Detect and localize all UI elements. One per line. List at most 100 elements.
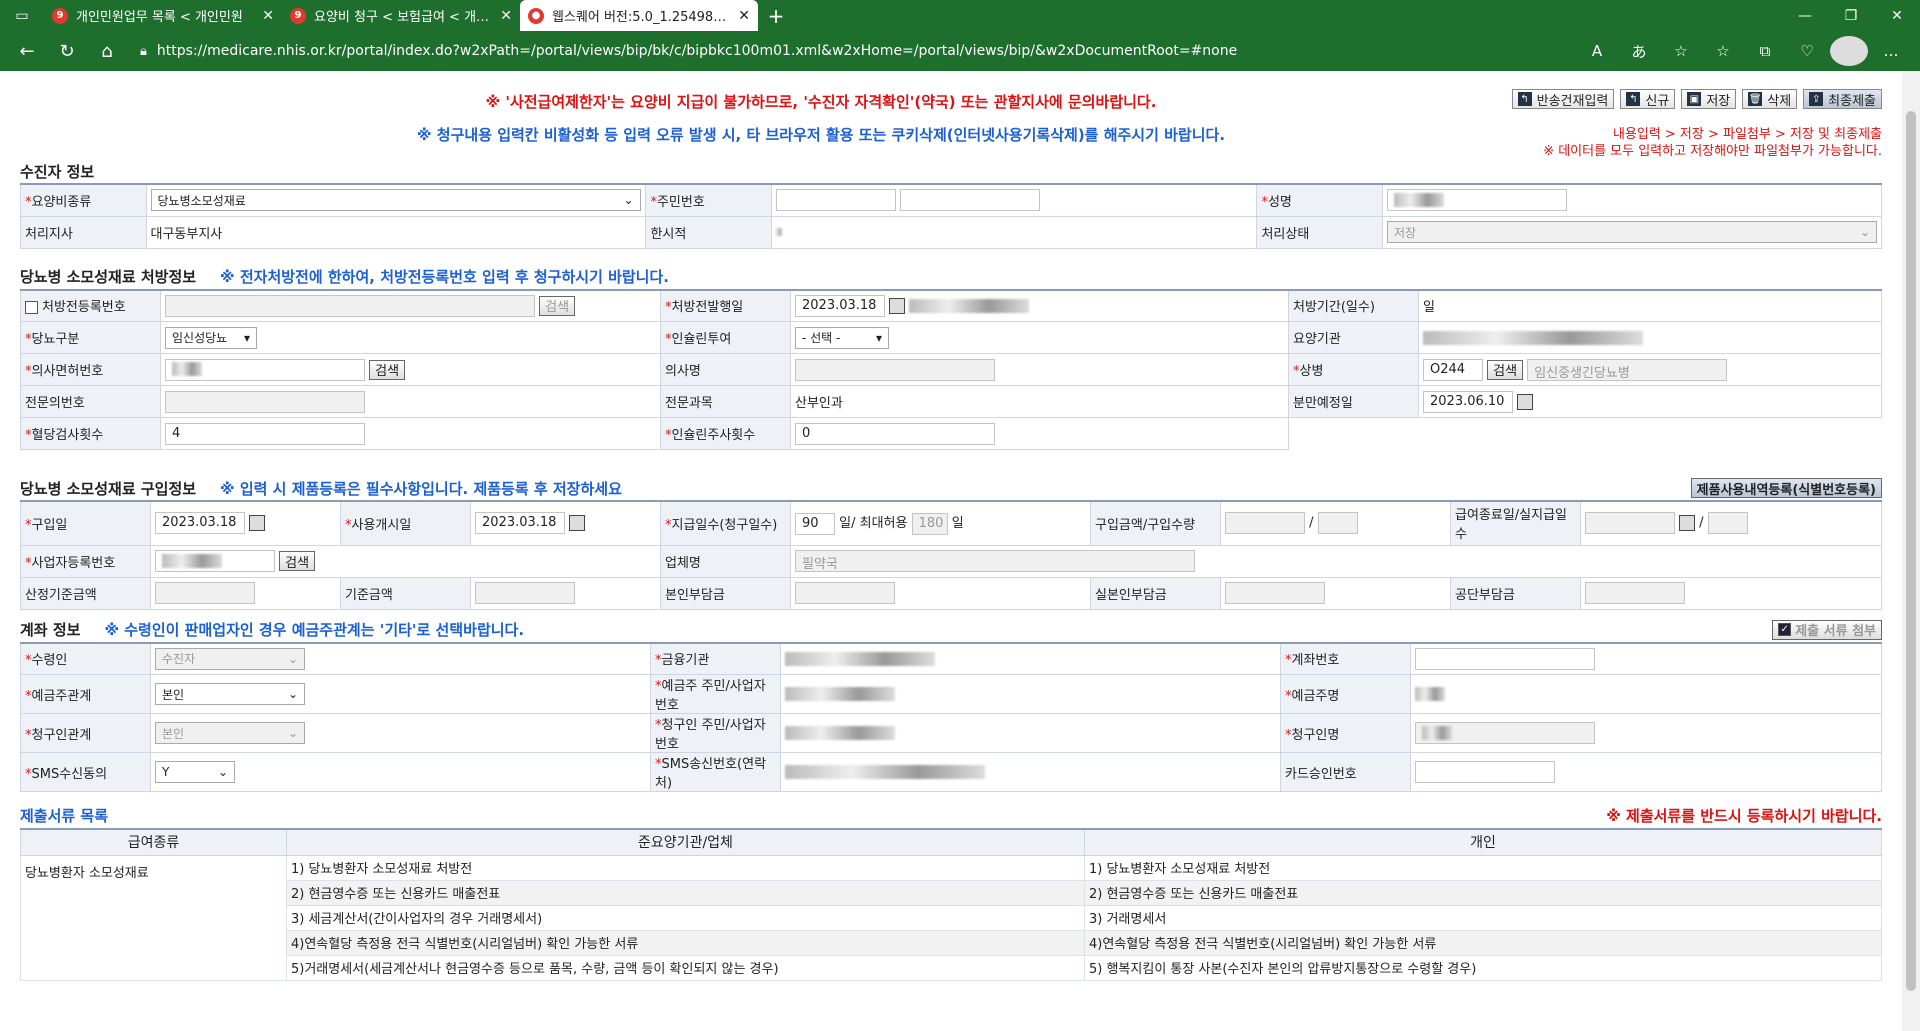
reg-no-search-button[interactable]: 검색 xyxy=(539,295,576,316)
buy-date-input[interactable]: 2023.03.18 xyxy=(155,512,245,535)
care-type-select[interactable]: 당뇨병소모성재료 ⌄ xyxy=(150,189,641,212)
return-reentry-button[interactable]: ↰ 반송건재입력 xyxy=(1511,89,1615,109)
end-date-input[interactable] xyxy=(1585,512,1675,535)
doctor-license-label: 의사면허번호 xyxy=(31,364,104,379)
attach-docs-button[interactable]: ✓ 제출 서류 첨부 xyxy=(1772,619,1882,640)
claimant-rel-value: 본인 xyxy=(162,726,185,741)
diabetes-type-select[interactable]: 임신성당뇨 ▾ xyxy=(165,326,257,349)
doctor-license-input[interactable] xyxy=(165,358,365,381)
corp-input[interactable] xyxy=(1585,582,1685,604)
calendar-icon[interactable] xyxy=(1517,393,1533,410)
amount-input[interactable] xyxy=(1225,512,1305,535)
specialist-no-input[interactable] xyxy=(165,390,365,413)
disease-name-input[interactable]: 임신중생긴당뇨병 xyxy=(1527,358,1728,381)
minimize-icon[interactable]: — xyxy=(1782,0,1828,31)
translate-icon[interactable]: あ xyxy=(1620,36,1658,66)
acct-no-label: 계좌번호 xyxy=(1291,653,1340,669)
name-input[interactable] xyxy=(1387,189,1567,212)
holder-rel-select[interactable]: 본인 ⌄ xyxy=(155,683,305,705)
reg-no-checkbox[interactable] xyxy=(25,301,38,315)
browser-essentials-icon[interactable]: ♡ xyxy=(1788,36,1826,66)
calendar-icon[interactable] xyxy=(889,297,905,314)
submit-icon: ⇪ xyxy=(1809,92,1824,106)
read-aloud-icon[interactable]: A xyxy=(1578,36,1616,66)
refresh-icon[interactable]: ↻ xyxy=(50,36,84,66)
profile-icon[interactable] xyxy=(1830,36,1868,66)
acct-no-input[interactable] xyxy=(1415,647,1595,670)
claimant-rel-select[interactable]: 본인 ⌄ xyxy=(155,722,305,744)
due-date-input[interactable]: 2023.06.10 xyxy=(1423,390,1513,413)
bank-label: 금융기관 xyxy=(661,653,710,669)
calendar-icon[interactable] xyxy=(1679,515,1695,532)
sms-select[interactable]: Y ⌄ xyxy=(155,761,235,783)
address-bar[interactable]: 🔒︎ https://medicare.nhis.or.kr/portal/in… xyxy=(130,36,1572,66)
real-self-input[interactable] xyxy=(1225,582,1325,604)
documents-title[interactable]: 제출서류 목록 xyxy=(20,805,108,826)
add-favorite-icon[interactable]: ☆ xyxy=(1662,36,1700,66)
reg-no-input[interactable] xyxy=(165,294,535,317)
browser-tab-1[interactable]: 9 개인민원업무 목록 < 개인민원 ✕ xyxy=(44,0,282,31)
close-tab-icon[interactable]: ✕ xyxy=(500,8,512,24)
collections-icon[interactable]: ⧉ xyxy=(1746,36,1784,66)
glucose-count-input[interactable]: 4 xyxy=(165,422,365,445)
base-input[interactable] xyxy=(475,582,575,604)
product-register-button[interactable]: 제품사용내역등록(식별번호등록) xyxy=(1690,478,1882,498)
days-max-input[interactable]: 180 xyxy=(911,512,948,535)
days-input[interactable]: 90 xyxy=(795,512,835,535)
back-icon[interactable]: ← xyxy=(10,36,44,66)
browser-tab-bar: ▭ 9 개인민원업무 목록 < 개인민원 ✕ 9 요양비 청구 < 보험급여 <… xyxy=(0,0,1920,31)
final-submit-button[interactable]: ⇪ 최종제출 xyxy=(1803,89,1882,109)
card-input[interactable] xyxy=(1415,761,1555,783)
restore-icon[interactable]: ❐ xyxy=(1828,0,1874,31)
new-button[interactable]: ↰ 신규 xyxy=(1620,89,1676,109)
quantity-input[interactable] xyxy=(1317,512,1358,535)
care-type-value: 당뇨병소모성재료 xyxy=(157,193,246,208)
home-icon[interactable]: ⌂ xyxy=(90,36,124,66)
biz-no-input[interactable] xyxy=(155,550,275,572)
status-select[interactable]: 저장 ⌄ xyxy=(1387,221,1877,243)
close-window-icon[interactable]: ✕ xyxy=(1874,0,1920,31)
tab-actions-icon[interactable]: ▭ xyxy=(0,0,44,31)
rrn-back-input[interactable] xyxy=(900,189,1041,212)
prescription-table: 처방전등록번호 검색 *처방전발행일 2023.03.18 처방기간(일수) 일… xyxy=(20,288,1882,450)
new-tab-icon[interactable]: + xyxy=(758,0,794,31)
biz-search-button[interactable]: 검색 xyxy=(279,551,316,571)
real-days-input[interactable] xyxy=(1707,512,1748,535)
reg-no-label: 처방전등록번호 xyxy=(42,300,126,316)
delete-button[interactable]: 🗑︎ 삭제 xyxy=(1742,89,1798,109)
browser-actions: A あ ☆ ☆ ⧉ ♡ … xyxy=(1578,36,1910,66)
calc-input[interactable] xyxy=(155,582,255,604)
calendar-icon[interactable] xyxy=(569,515,585,532)
insulin-count-input[interactable]: 0 xyxy=(795,422,995,445)
disease-search-button[interactable]: 검색 xyxy=(1487,359,1524,380)
company-input[interactable]: 필약국 xyxy=(795,550,1195,572)
insulin-select[interactable]: - 선택 - ▾ xyxy=(795,326,889,349)
documents-header: 제출서류 목록 ※ 제출서류를 반드시 등록하시기 바랍니다. xyxy=(20,802,1882,828)
self-input[interactable] xyxy=(795,582,895,604)
claimant-rel-label: 청구인관계 xyxy=(31,727,92,743)
doctor-name-input[interactable] xyxy=(795,358,995,381)
more-menu-icon[interactable]: … xyxy=(1872,36,1910,66)
doc-cell: 1) 당뇨병환자 소모성재료 처방전 xyxy=(286,854,1085,881)
recipient-select[interactable]: 수진자 ⌄ xyxy=(155,647,305,670)
browser-tab-3[interactable]: ● 웹스퀘어 버전:5.0_1.25498.2017( ✕ xyxy=(520,0,758,31)
check-icon: ✓ xyxy=(1778,623,1792,636)
category-cell: 당뇨병환자 소모성재료 xyxy=(20,854,287,981)
save-button[interactable]: ▣ 저장 xyxy=(1681,89,1737,109)
close-tab-icon[interactable]: ✕ xyxy=(262,8,274,24)
start-date-input[interactable]: 2023.03.18 xyxy=(475,512,565,535)
rrn-front-input[interactable] xyxy=(775,189,896,212)
favorites-icon[interactable]: ☆ xyxy=(1704,36,1742,66)
calendar-icon[interactable] xyxy=(249,515,265,532)
issue-date-input[interactable]: 2023.03.18 xyxy=(795,294,885,317)
disease-code-input[interactable]: O244 xyxy=(1423,358,1483,381)
scrollbar-thumb[interactable] xyxy=(1906,111,1916,991)
table-row: 당뇨병환자 소모성재료 1) 당뇨병환자 소모성재료 처방전 1) 당뇨병환자 … xyxy=(20,854,1882,981)
browser-tab-2[interactable]: 9 요양비 청구 < 보험급여 < 개인민 ✕ xyxy=(282,0,520,31)
hospital-label: 요양기관 xyxy=(1293,332,1341,347)
close-tab-icon[interactable]: ✕ xyxy=(738,8,750,24)
return-label: 반송건재입력 xyxy=(1536,93,1609,109)
page-scrollbar[interactable] xyxy=(1902,71,1920,1031)
doctor-search-button[interactable]: 검색 xyxy=(369,359,406,380)
claimant-name-input[interactable] xyxy=(1415,722,1595,744)
